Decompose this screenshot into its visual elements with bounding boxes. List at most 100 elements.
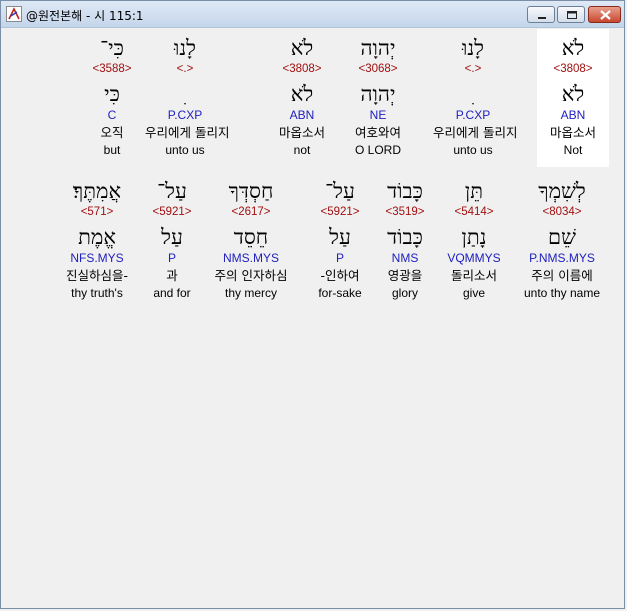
english-gloss: unto thy name: [523, 286, 601, 300]
app-logo-icon: [6, 6, 22, 22]
korean-gloss: 주의 이름에: [531, 268, 593, 283]
english-gloss: thy mercy: [224, 286, 277, 300]
title-bar[interactable]: @원전본해 - 시 115:1: [1, 1, 624, 28]
hebrew-word: לֹא: [290, 36, 314, 60]
strong-number[interactable]: <5414>: [439, 204, 509, 220]
word-cell[interactable]: חַסְדְּךָ <2617> חֵסֵד NMS.MYS 주의 인자하심 t…: [205, 172, 297, 301]
morphology-code[interactable]: VQMMYS: [439, 250, 509, 266]
morphology-code[interactable]: NMS.MYS: [205, 250, 297, 266]
hebrew-root: לֹא: [561, 82, 585, 106]
word-cell[interactable]: תֵּן <5414> נָתַן VQMMYS 돌리소서 give: [439, 172, 509, 301]
english-gloss: Not: [563, 143, 583, 157]
hebrew-word: אֲמִתֶּךָ׃: [72, 179, 122, 203]
english-gloss: but: [103, 143, 121, 157]
korean-gloss: 마옵소서: [549, 125, 596, 140]
strong-number[interactable]: <3588>: [77, 61, 147, 77]
word-cell[interactable]: עַל־ <5921> עַל P -인하여 for-sake: [305, 172, 375, 301]
maximize-icon: [567, 11, 577, 19]
hebrew-word: עַל־: [325, 179, 355, 203]
hebrew-word: לֹא: [561, 36, 585, 60]
strong-number[interactable]: <571>: [55, 204, 139, 220]
strong-number[interactable]: <3808>: [267, 61, 337, 77]
close-icon: [600, 10, 611, 20]
korean-gloss: 주의 인자하심: [214, 268, 288, 283]
strong-number[interactable]: <2617>: [205, 204, 297, 220]
minimize-icon: [538, 17, 546, 19]
hebrew-word: לָנוּ: [461, 36, 485, 60]
korean-gloss: -인하여: [320, 268, 360, 283]
hebrew-root: שֵׁם: [548, 225, 576, 249]
english-gloss: give: [462, 286, 485, 300]
hebrew-word: תֵּן: [464, 179, 484, 203]
word-cell[interactable]: לְשִׁמְךָ <8034> שֵׁם P.NMS.MYS 주의 이름에 u…: [517, 172, 607, 301]
morphology-code[interactable]: NMS: [370, 250, 440, 266]
word-cell[interactable]: לֹא <3808> לֹא ABN 마옵소서 Not: [537, 29, 609, 167]
morphology-code[interactable]: NE: [343, 107, 413, 123]
english-gloss: thy truth's: [71, 286, 123, 300]
word-cell[interactable]: יְהוָה <3068> יְהוָה NE 여호와여 O LORD: [343, 29, 413, 158]
korean-gloss: 과: [166, 268, 178, 283]
strong-number[interactable]: <3808>: [537, 61, 609, 77]
hebrew-root: כִּי: [104, 82, 120, 106]
interlinear-panel: לֹא <3808> לֹא ABN 마옵소서 Not לָנוּ <.> ִ …: [5, 29, 618, 603]
korean-gloss: 영광을: [387, 268, 423, 283]
strong-number[interactable]: <3519>: [370, 204, 440, 220]
hebrew-root: נָתַן: [461, 225, 487, 249]
korean-gloss: 우리에게 돌리지: [145, 125, 230, 140]
hebrew-word: לְשִׁמְךָ: [538, 179, 586, 203]
hebrew-root: אֱמֶת: [78, 225, 116, 249]
morphology-code[interactable]: P.CXP: [433, 107, 513, 123]
hebrew-root: כָּבוֹד: [387, 225, 423, 249]
word-cell[interactable]: כָּבוֹד <3519> כָּבוֹד NMS 영광을 glory: [370, 172, 440, 301]
english-gloss: unto us: [165, 143, 205, 157]
english-gloss: and for: [153, 286, 191, 300]
hebrew-root: ִ: [433, 81, 513, 107]
english-gloss: for-sake: [318, 286, 362, 300]
strong-number[interactable]: <8034>: [517, 204, 607, 220]
strong-number[interactable]: <.>: [145, 61, 225, 77]
strong-number[interactable]: <5921>: [305, 204, 375, 220]
hebrew-root: חֵסֵד: [233, 225, 269, 249]
korean-gloss: 오직: [100, 125, 124, 140]
hebrew-root: ִ: [145, 81, 225, 107]
hebrew-root: יְהוָה: [360, 82, 396, 106]
hebrew-word: כָּבוֹד: [387, 179, 423, 203]
close-button[interactable]: [588, 6, 621, 23]
hebrew-root: עַל: [329, 225, 351, 249]
word-cell[interactable]: אֲמִתֶּךָ׃ <571> אֱמֶת NFS.MYS 진실하심을- th…: [55, 172, 139, 301]
word-cell[interactable]: לָנוּ <.> ִ P.CXP 우리에게 돌리지 unto us: [433, 29, 518, 158]
korean-gloss: 여호와여: [354, 125, 401, 140]
word-cell[interactable]: עַל־ <5921> עַל P 과 and for: [137, 172, 207, 301]
morphology-code[interactable]: P.CXP: [145, 107, 225, 123]
english-gloss: glory: [391, 286, 418, 300]
word-cell[interactable]: כִּי־ <3588> כִּי C 오직 but: [77, 29, 147, 158]
korean-gloss: 마옵소서: [278, 125, 325, 140]
maximize-button[interactable]: [557, 6, 585, 23]
morphology-code[interactable]: C: [77, 107, 147, 123]
hebrew-word: לָנוּ: [173, 36, 197, 60]
morphology-code[interactable]: NFS.MYS: [55, 250, 139, 266]
app-window: @원전본해 - 시 115:1 לֹא <3808> לֹא ABN 마옵소서 …: [0, 0, 625, 609]
morphology-code[interactable]: P.NMS.MYS: [517, 250, 607, 266]
strong-number[interactable]: <.>: [433, 61, 513, 77]
hebrew-root: עַל: [161, 225, 183, 249]
korean-gloss: 진실하심을-: [65, 268, 128, 283]
window-title: @원전본해 - 시 115:1: [26, 9, 144, 23]
minimize-button[interactable]: [527, 6, 555, 23]
english-gloss: unto us: [453, 143, 493, 157]
strong-number[interactable]: <5921>: [137, 204, 207, 220]
english-gloss: O LORD: [354, 143, 401, 157]
hebrew-root: לֹא: [290, 82, 314, 106]
hebrew-word: עַל־: [157, 179, 187, 203]
word-cell[interactable]: לֹא <3808> לֹא ABN 마옵소서 not: [267, 29, 337, 158]
word-cell[interactable]: לָנוּ <.> ִ P.CXP 우리에게 돌리지 unto us: [145, 29, 230, 158]
hebrew-word: חַסְדְּךָ: [228, 179, 274, 203]
strong-number[interactable]: <3068>: [343, 61, 413, 77]
morphology-code[interactable]: P: [305, 250, 375, 266]
morphology-code[interactable]: ABN: [267, 107, 337, 123]
hebrew-word: כִּי־: [100, 36, 124, 60]
korean-gloss: 우리에게 돌리지: [433, 125, 518, 140]
hebrew-word: יְהוָה: [360, 36, 396, 60]
morphology-code[interactable]: P: [137, 250, 207, 266]
morphology-code[interactable]: ABN: [537, 107, 609, 123]
